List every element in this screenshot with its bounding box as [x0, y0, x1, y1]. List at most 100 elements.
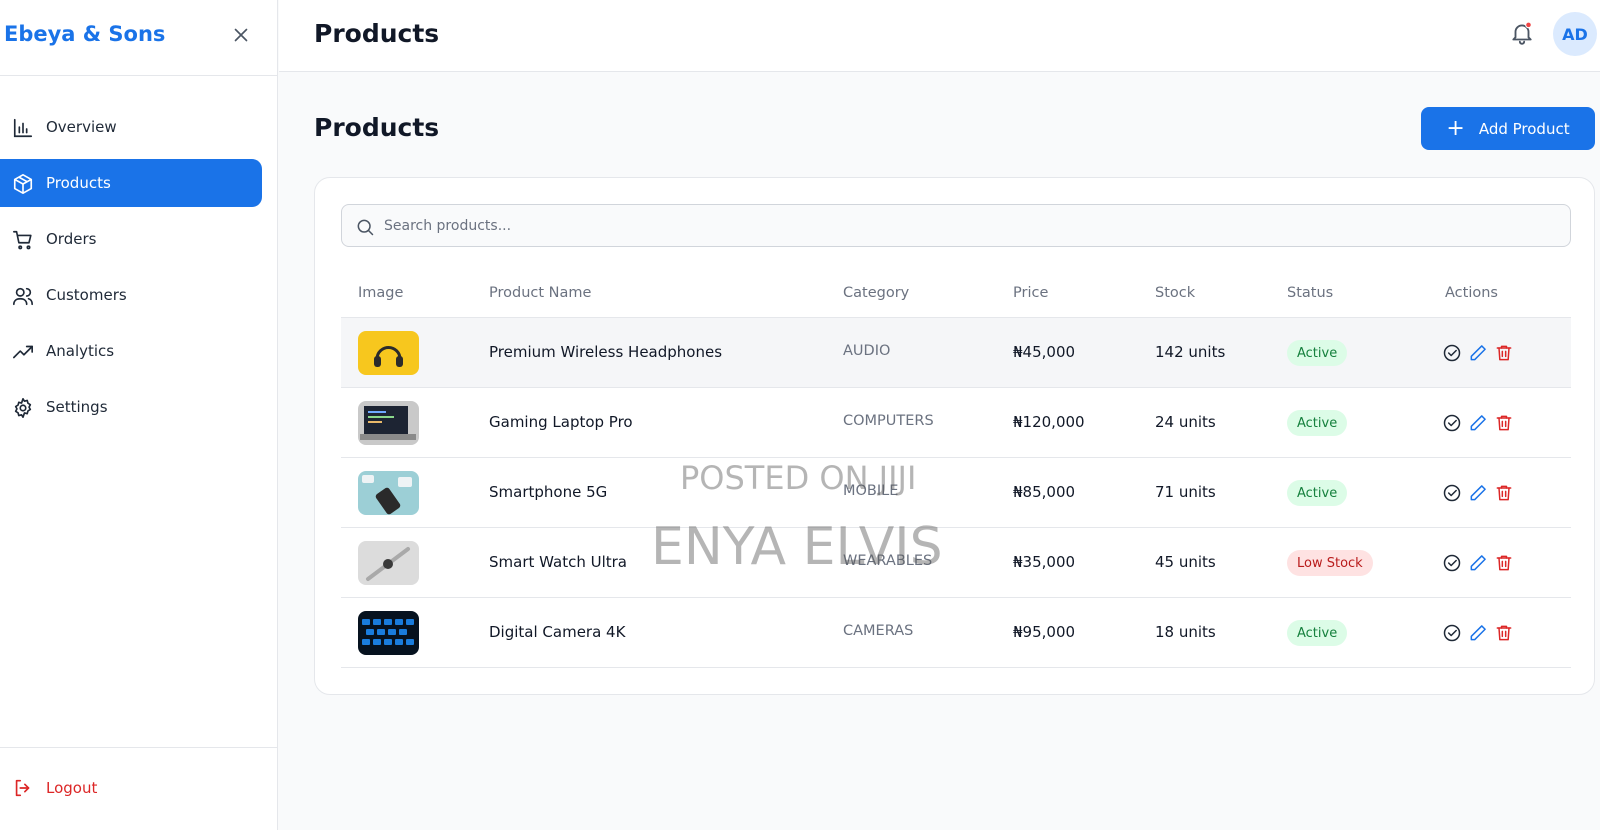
header-title: Products — [314, 19, 440, 48]
trash-icon[interactable] — [1494, 413, 1514, 433]
column-header-category: Category — [843, 285, 910, 301]
users-icon — [13, 287, 33, 306]
column-header-price: Price — [1013, 285, 1049, 301]
column-header-stock: Stock — [1155, 285, 1196, 301]
row-actions — [1442, 343, 1514, 363]
trash-icon[interactable] — [1494, 483, 1514, 503]
package-icon — [13, 174, 33, 194]
check-circle-icon[interactable] — [1442, 343, 1462, 363]
sidebar-item-label: Customers — [46, 286, 127, 304]
bell-icon[interactable] — [1509, 20, 1535, 46]
product-stock: 142 units — [1155, 343, 1226, 361]
smartphone-image — [358, 471, 419, 515]
products-card: Image Product Name Category Price Stock … — [314, 177, 1595, 695]
table-row[interactable]: Smartphone 5G MOBILE ₦85,000 71 units Ac… — [341, 458, 1571, 528]
row-actions — [1442, 553, 1514, 573]
column-header-image: Image — [358, 285, 404, 301]
sidebar-footer: Logout — [0, 747, 278, 830]
search-icon — [357, 219, 374, 236]
trash-icon[interactable] — [1494, 623, 1514, 643]
check-circle-icon[interactable] — [1442, 483, 1462, 503]
sidebar-header: Ebeya & Sons — [0, 0, 277, 76]
product-thumbnail — [358, 331, 419, 375]
row-actions — [1442, 413, 1514, 433]
product-stock: 18 units — [1155, 623, 1216, 641]
sidebar-item-label: Overview — [46, 118, 117, 136]
table-row[interactable]: Premium Wireless Headphones AUDIO ₦45,00… — [341, 318, 1571, 388]
sidebar-nav: Overview Products Orders Customers Analy… — [0, 103, 278, 439]
page-title: Products — [314, 113, 440, 142]
check-circle-icon[interactable] — [1442, 623, 1462, 643]
product-price: ₦85,000 — [1013, 483, 1076, 501]
column-header-actions: Actions — [1445, 285, 1498, 301]
plus-icon: + — [1446, 115, 1465, 141]
product-name: Gaming Laptop Pro — [489, 413, 633, 431]
cart-icon — [13, 230, 32, 250]
product-category: COMPUTERS — [843, 413, 934, 429]
sidebar-item-customers[interactable]: Customers — [0, 271, 262, 319]
smartwatch-image — [358, 541, 419, 585]
product-thumbnail — [358, 471, 419, 515]
product-name: Smart Watch Ultra — [489, 553, 627, 571]
camera-image — [358, 611, 419, 655]
product-category: WEARABLES — [843, 553, 933, 569]
gear-icon — [14, 398, 32, 418]
logout-label: Logout — [46, 779, 98, 797]
status-badge: Active — [1287, 620, 1348, 646]
table-row[interactable]: Gaming Laptop Pro COMPUTERS ₦120,000 24 … — [341, 388, 1571, 458]
status-badge: Active — [1287, 340, 1348, 366]
row-actions — [1442, 623, 1514, 643]
sidebar-item-settings[interactable]: Settings — [0, 383, 262, 431]
row-actions — [1442, 483, 1514, 503]
product-price: ₦120,000 — [1013, 413, 1085, 431]
search-bar — [341, 204, 1571, 247]
column-header-status: Status — [1287, 285, 1334, 301]
top-bar: Products AD — [279, 0, 1600, 72]
column-header-name: Product Name — [489, 285, 592, 301]
table-row[interactable]: Digital Camera 4K CAMERAS ₦95,000 18 uni… — [341, 598, 1571, 668]
product-category: AUDIO — [843, 343, 891, 359]
edit-pencil-icon[interactable] — [1468, 343, 1488, 363]
edit-pencil-icon[interactable] — [1468, 553, 1488, 573]
logout-icon — [15, 779, 30, 797]
trash-icon[interactable] — [1494, 343, 1514, 363]
bar-chart-icon — [13, 118, 33, 138]
brand-name: Ebeya & Sons — [4, 22, 166, 46]
logout-button[interactable]: Logout — [12, 776, 97, 800]
avatar[interactable]: AD — [1553, 12, 1597, 56]
trash-icon[interactable] — [1494, 553, 1514, 573]
headphones-image — [358, 331, 419, 375]
laptop-image — [358, 401, 419, 445]
add-product-button[interactable]: + Add Product — [1421, 107, 1595, 150]
check-circle-icon[interactable] — [1442, 413, 1462, 433]
product-price: ₦35,000 — [1013, 553, 1076, 571]
check-circle-icon[interactable] — [1442, 553, 1462, 573]
status-badge: Active — [1287, 480, 1348, 506]
sidebar-item-overview[interactable]: Overview — [0, 103, 262, 151]
product-stock: 45 units — [1155, 553, 1216, 571]
edit-pencil-icon[interactable] — [1468, 413, 1488, 433]
table-row[interactable]: Smart Watch Ultra WEARABLES ₦35,000 45 u… — [341, 528, 1571, 598]
add-product-label: Add Product — [1478, 119, 1570, 138]
product-thumbnail — [358, 611, 419, 655]
sidebar-item-products[interactable]: Products — [0, 159, 262, 207]
product-stock: 24 units — [1155, 413, 1216, 431]
product-name: Digital Camera 4K — [489, 623, 626, 641]
edit-pencil-icon[interactable] — [1468, 623, 1488, 643]
search-input[interactable] — [384, 205, 1554, 246]
table-header: Image Product Name Category Price Stock … — [341, 270, 1571, 318]
sidebar-item-label: Settings — [46, 398, 108, 416]
products-table: Image Product Name Category Price Stock … — [341, 270, 1571, 668]
close-icon[interactable] — [230, 24, 252, 46]
sidebar-item-orders[interactable]: Orders — [0, 215, 262, 263]
sidebar: Ebeya & Sons Overview Products Orders Cu… — [0, 0, 278, 830]
status-badge: Low Stock — [1287, 550, 1373, 576]
product-thumbnail — [358, 401, 419, 445]
product-name: Premium Wireless Headphones — [489, 343, 723, 361]
sidebar-item-label: Orders — [46, 230, 97, 248]
product-price: ₦95,000 — [1013, 623, 1076, 641]
status-badge: Active — [1287, 410, 1348, 436]
product-price: ₦45,000 — [1013, 343, 1076, 361]
sidebar-item-analytics[interactable]: Analytics — [0, 327, 262, 375]
edit-pencil-icon[interactable] — [1468, 483, 1488, 503]
